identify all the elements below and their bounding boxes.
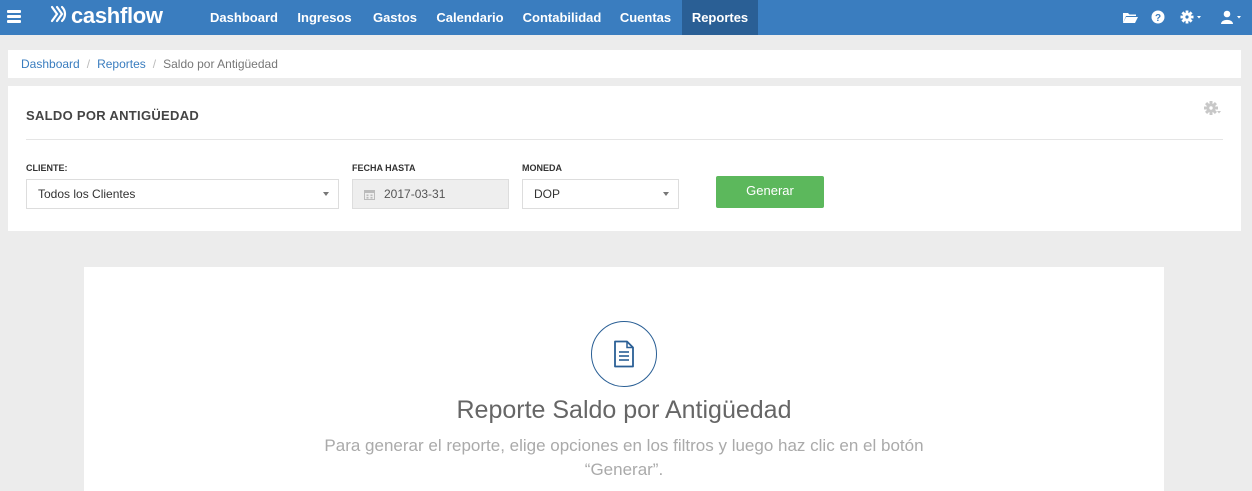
nav-ingresos[interactable]: Ingresos (288, 0, 361, 35)
empty-state-title: Reporte Saldo por Antigüedad (456, 396, 792, 424)
page-title: SALDO POR ANTIGÜEDAD (26, 108, 200, 123)
help-icon[interactable]: ? (1151, 9, 1165, 25)
moneda-select[interactable]: DOP (522, 179, 679, 209)
generar-button[interactable]: Generar (716, 176, 824, 208)
divider (26, 139, 1223, 140)
user-dropdown-icon[interactable] (1220, 9, 1244, 25)
filter-panel: SALDO POR ANTIGÜEDAD CLIENTE: Todos los … (8, 86, 1241, 231)
menu-icon[interactable] (7, 10, 21, 23)
breadcrumb-reportes[interactable]: Reportes (97, 57, 146, 71)
cashflow-logo-icon (50, 5, 67, 23)
gear-dropdown-icon[interactable] (1180, 9, 1204, 25)
nav-reportes[interactable]: Reportes (682, 0, 758, 35)
caret-down-icon (663, 192, 669, 196)
breadcrumb-separator: / (152, 57, 157, 71)
document-icon (591, 321, 657, 387)
fecha-hasta-input[interactable]: 2017-03-31 (352, 179, 509, 209)
top-navbar: cashflow Dashboard Ingresos Gastos Calen… (0, 0, 1252, 35)
caret-down-icon (323, 192, 329, 196)
nav-dashboard[interactable]: Dashboard (202, 0, 286, 35)
empty-state-description: Para generar el reporte, elige opciones … (324, 436, 924, 479)
breadcrumb: Dashboard / Reportes / Saldo por Antigüedad (8, 50, 1241, 78)
cliente-label: CLIENTE: (26, 163, 68, 173)
breadcrumb-dashboard[interactable]: Dashboard (21, 57, 80, 71)
nav-calendario[interactable]: Calendario (429, 0, 511, 35)
moneda-label: MONEDA (522, 163, 562, 173)
cliente-select[interactable]: Todos los Clientes (26, 179, 339, 209)
nav-contabilidad[interactable]: Contabilidad (515, 0, 609, 35)
logo[interactable]: cashflow (50, 2, 163, 30)
breadcrumb-separator: / (86, 57, 91, 71)
folder-open-icon[interactable] (1122, 9, 1138, 25)
calendar-icon (364, 190, 375, 200)
nav-cuentas[interactable]: Cuentas (611, 0, 680, 35)
logo-text: cashflow (71, 3, 163, 28)
nav-gastos[interactable]: Gastos (363, 0, 427, 35)
fecha-hasta-label: FECHA HASTA (352, 163, 416, 173)
breadcrumb-current: Saldo por Antigüedad (163, 57, 278, 71)
panel-gear-icon[interactable] (1204, 101, 1222, 117)
svg-text:?: ? (1155, 13, 1161, 24)
moneda-select-value: DOP (534, 187, 561, 201)
cliente-select-value: Todos los Clientes (38, 187, 136, 201)
empty-state-card: Reporte Saldo por Antigüedad Para genera… (84, 267, 1164, 491)
fecha-hasta-value: 2017-03-31 (384, 187, 446, 201)
